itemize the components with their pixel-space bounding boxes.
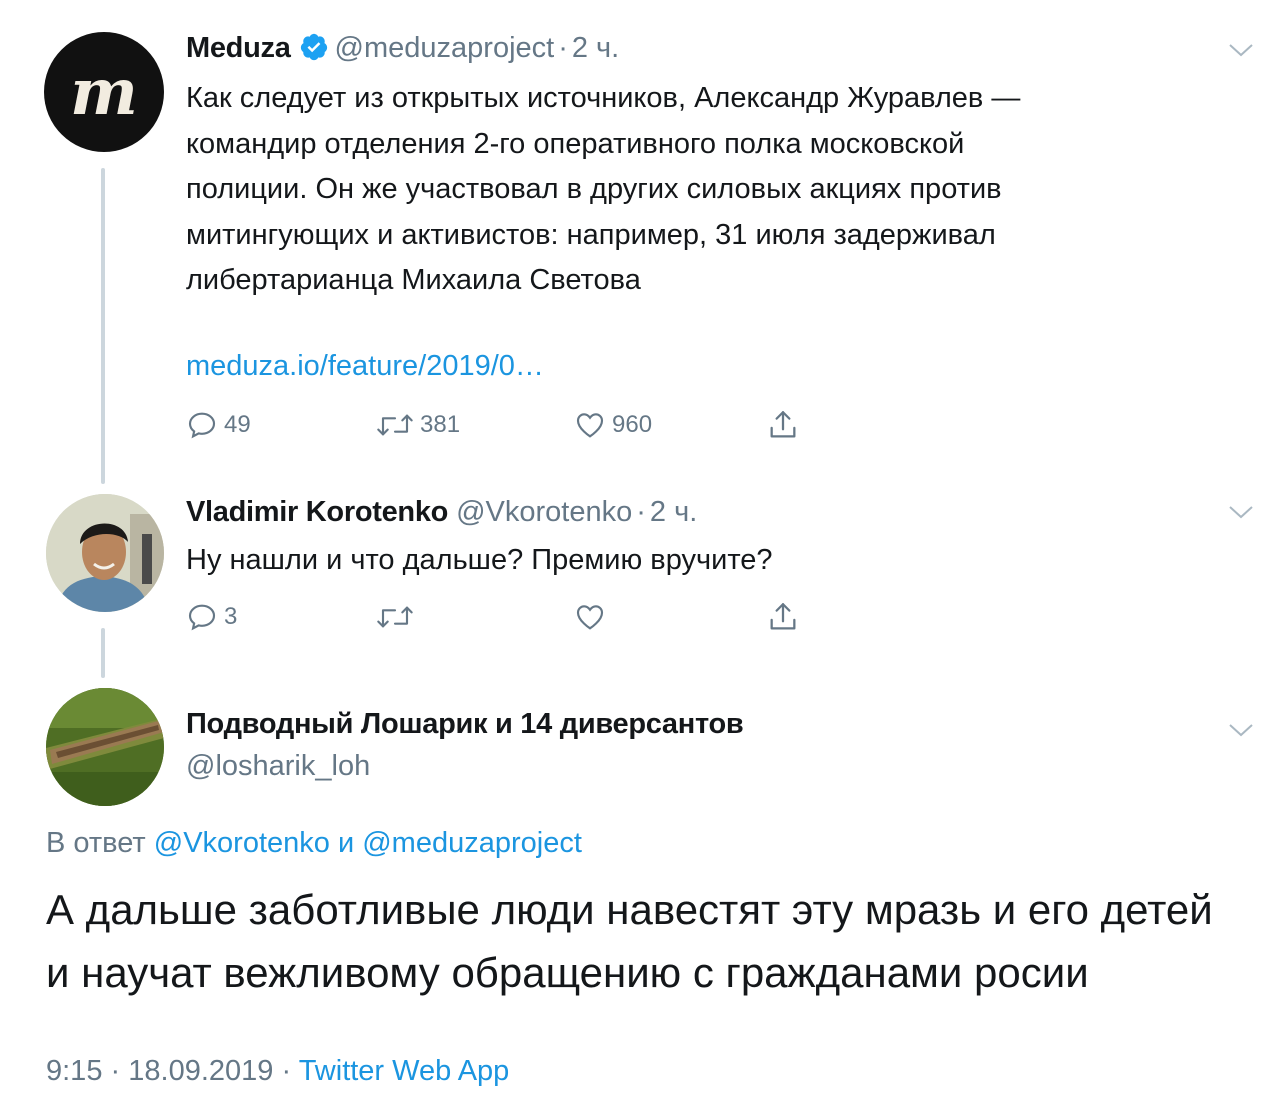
separator: · [558,32,568,64]
tweet-text: Как следует из открытых источников, Алек… [186,76,1020,304]
user-photo-icon [46,494,164,612]
author-handle[interactable]: @meduzaproject [335,32,555,64]
avatar[interactable] [46,688,164,806]
like-button[interactable] [574,600,612,634]
retweet-button[interactable] [376,600,420,634]
text-line: и научат вежливому обращению с гражданам… [46,949,1089,996]
text-line: полиции. Он же участвовал в других силов… [186,173,1002,205]
author-name[interactable]: Meduza [186,32,291,64]
avatar[interactable] [46,494,164,612]
chevron-down-icon[interactable] [1228,722,1254,738]
tweet-header: Vladimir Korotenko @Vkorotenko · 2 ч. [186,494,697,530]
tweet-time[interactable]: 9:15 [46,1055,102,1087]
tweet-header: Meduza @meduzaproject · 2 ч. [186,30,619,66]
like-button[interactable]: 960 [574,408,652,442]
meduza-logo-icon: m [70,55,138,130]
share-button[interactable] [766,600,800,634]
heart-icon [576,413,604,438]
reply-icon [188,604,216,631]
retweet-icon [377,606,413,628]
chevron-down-icon[interactable] [1228,42,1254,58]
thread-line [101,168,105,484]
text-line: митингующих и активистов: например, 31 и… [186,218,996,251]
reply-count: 3 [224,603,238,630]
reply-icon [188,412,216,439]
text-line: А дальше заботливые люди навестят эту мр… [46,886,1213,933]
source-app-link[interactable]: Twitter Web App [299,1055,510,1087]
retweet-button[interactable]: 381 [376,408,460,442]
separator: · [636,496,646,528]
avatar[interactable]: m [44,32,164,152]
text-line: командир отделения 2-го оперативного пол… [186,127,965,160]
retweet-icon [377,414,413,436]
share-icon [770,603,796,630]
mention-link[interactable]: @meduzaproject [362,827,582,859]
separator: · [281,1055,292,1087]
author-name[interactable]: Vladimir Korotenko [186,496,448,528]
tweet-time[interactable]: 2 ч. [572,32,619,64]
retweet-count: 381 [420,411,461,438]
tweet-time[interactable]: 2 ч. [650,496,697,528]
text-line: либертарианца Михаила Светова [186,264,641,296]
share-icon [770,411,796,438]
author-handle[interactable]: @losharik_loh [186,748,370,784]
separator: · [110,1055,121,1087]
tweet-metadata: 9:15 · 18.09.2019 · Twitter Web App [46,1052,509,1090]
tweet-link[interactable]: meduza.io/feature/2019/0… [186,350,544,383]
tweet-text: Ну нашли и что дальше? Премию вручите? [186,544,773,576]
reply-button[interactable]: 3 [186,600,237,634]
reply-context: В ответ @Vkorotenko и @meduzaproject [46,824,582,862]
grass-log-icon [46,688,164,806]
author-name[interactable]: Подводный Лошарик и 14 диверсантов [186,706,744,742]
verified-badge-icon [300,33,327,61]
like-count: 960 [612,411,653,438]
author-handle[interactable]: @Vkorotenko [456,496,632,528]
tweet-text: А дальше заботливые люди навестят эту мр… [46,878,1213,1004]
reply-count: 49 [224,411,251,438]
tweet-date[interactable]: 18.09.2019 [128,1055,273,1087]
reply-prefix: В ответ [46,827,146,859]
reply-button[interactable]: 49 [186,408,251,442]
heart-icon [576,605,604,630]
reply-conjunction: и [337,827,355,859]
share-button[interactable] [766,408,800,442]
text-line: Как следует из открытых источников, Алек… [186,82,1021,114]
svg-text:m: m [70,55,138,130]
mention-link[interactable]: @Vkorotenko [154,827,330,859]
thread-line [101,628,105,678]
chevron-down-icon[interactable] [1228,504,1254,520]
